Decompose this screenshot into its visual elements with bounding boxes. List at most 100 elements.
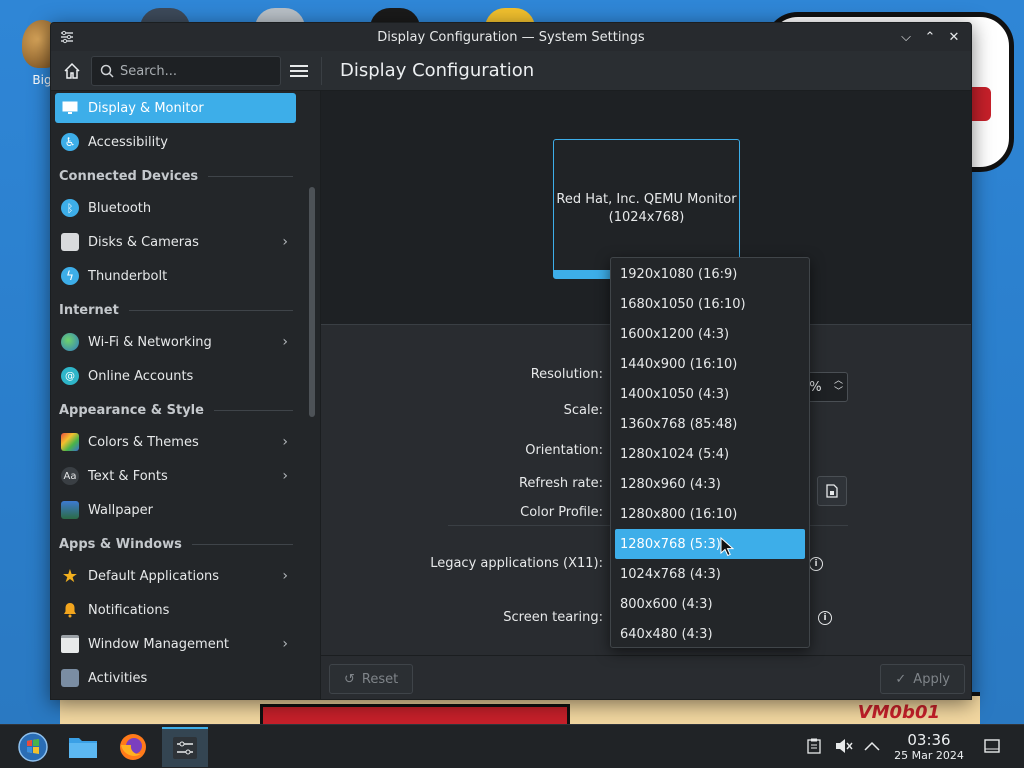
color-profile-label: Color Profile: [520, 505, 603, 520]
resolution-option[interactable]: 1680x1050 (16:10) [615, 289, 805, 319]
sidebar-item-window-management[interactable]: Window Management › [55, 629, 296, 659]
info-icon[interactable]: i [818, 611, 832, 625]
clipboard-icon[interactable] [805, 737, 823, 755]
sidebar-scrollbar[interactable] [303, 91, 321, 699]
hamburger-menu-button[interactable] [289, 61, 309, 81]
sidebar-item-label: Wi-Fi & Networking [88, 334, 212, 350]
resolution-option[interactable]: 1360x768 (85:48) [615, 409, 805, 439]
disk-icon [61, 233, 79, 251]
monitor-resolution: (1024x768) [608, 210, 685, 225]
chevron-right-icon: › [282, 636, 288, 652]
sidebar-item-text-fonts[interactable]: Aa Text & Fonts › [55, 461, 296, 491]
sidebar-item-label: Thunderbolt [88, 268, 168, 284]
section-header-appearance-style: Appearance & Style [51, 395, 301, 425]
resolution-option[interactable]: 1920x1080 (16:9) [615, 259, 805, 289]
chevron-right-icon: › [282, 568, 288, 584]
resolution-dropdown-list[interactable]: 1920x1080 (16:9) 1680x1050 (16:10) 1600x12… [610, 257, 810, 648]
accessibility-icon: ♿ [61, 133, 79, 151]
bottom-button-bar: ↺ Reset ✓ Apply [321, 655, 971, 699]
resolution-option[interactable]: 1600x1200 (4:3) [615, 319, 805, 349]
task-firefox[interactable] [110, 727, 156, 767]
section-header-apps-windows: Apps & Windows [51, 529, 301, 559]
resolution-option[interactable]: 1280x1024 (5:4) [615, 439, 805, 469]
sidebar-item-label: Disks & Cameras [88, 234, 199, 250]
titlebar[interactable]: Display Configuration — System Settings … [51, 23, 971, 51]
sidebar-item-activities[interactable]: Activities [55, 663, 296, 693]
maximize-button[interactable]: ⌃ [921, 27, 939, 47]
sidebar-item-colors-themes[interactable]: Colors & Themes › [55, 427, 296, 457]
clock-time: 03:36 [907, 731, 951, 749]
spin-arrows-icon[interactable]: ︿ ﹀ [834, 376, 843, 398]
resolution-option[interactable]: 1440x900 (16:10) [615, 349, 805, 379]
section-header-internet: Internet [51, 295, 301, 325]
sidebar-item-label: Display & Monitor [88, 100, 204, 116]
sidebar-item-bluetooth[interactable]: ᛒ Bluetooth [55, 193, 296, 223]
folder-icon [69, 738, 97, 758]
info-icon[interactable]: i [809, 557, 823, 571]
resolution-option[interactable]: 1280x960 (4:3) [615, 469, 805, 499]
sidebar: Display & Monitor ♿ Accessibility Connec… [51, 91, 301, 699]
toolbar-separator [321, 57, 322, 85]
search-input[interactable] [120, 63, 270, 79]
sidebar-item-label: Bluetooth [88, 200, 152, 216]
window-title: Display Configuration — System Settings [377, 29, 645, 45]
sidebar-item-disks-cameras[interactable]: Disks & Cameras › [55, 227, 296, 257]
show-desktop-icon[interactable] [983, 737, 1001, 755]
home-button[interactable] [59, 58, 85, 84]
resolution-option[interactable]: 1400x1050 (4:3) [615, 379, 805, 409]
settings-sliders-icon [173, 737, 197, 759]
sidebar-item-label: Colors & Themes [88, 434, 199, 450]
resolution-option[interactable]: 1024x768 (4:3) [615, 559, 805, 589]
settings-app-icon[interactable] [59, 29, 75, 45]
resolution-option[interactable]: 800x600 (4:3) [615, 589, 805, 619]
bell-icon [61, 601, 79, 619]
home-icon [64, 62, 80, 79]
taskbar: 03:36 25 Mar 2024 [0, 724, 1024, 768]
sidebar-item-label: Activities [88, 670, 148, 686]
file-icon [826, 484, 838, 498]
accounts-icon: @ [61, 367, 79, 385]
sidebar-item-notifications[interactable]: Notifications [55, 595, 296, 625]
sidebar-item-label: Accessibility [88, 134, 168, 150]
chevron-up-icon[interactable] [863, 737, 881, 755]
clock[interactable]: 03:36 25 Mar 2024 [888, 731, 970, 763]
monitor-primary-bar [554, 270, 614, 278]
window-controls: ⌵ ⌃ ✕ [897, 27, 963, 47]
volume-muted-icon[interactable] [835, 737, 853, 755]
chevron-right-icon: › [282, 234, 288, 250]
chevron-right-icon: › [282, 334, 288, 350]
task-file-manager[interactable] [60, 727, 106, 767]
scale-label: Scale: [563, 403, 603, 418]
minimize-button[interactable]: ⌵ [897, 27, 915, 47]
sidebar-item-online-accounts[interactable]: @ Online Accounts [55, 361, 296, 391]
window-icon [61, 635, 79, 653]
start-menu-button[interactable] [10, 727, 56, 767]
wallpaper-icon [61, 501, 79, 519]
reset-button[interactable]: ↺ Reset [329, 664, 414, 694]
resolution-option[interactable]: 1280x768 (5:3) [615, 529, 805, 559]
sidebar-item-thunderbolt[interactable]: ϟ Thunderbolt [55, 261, 296, 291]
search-icon [100, 64, 114, 78]
star-icon: ★ [61, 565, 79, 587]
monitor-icon [61, 99, 79, 117]
task-system-settings[interactable] [162, 727, 208, 767]
toolbar: Display Configuration [51, 51, 971, 91]
resolution-option[interactable]: 640x480 (4:3) [615, 619, 805, 649]
sidebar-item-wallpaper[interactable]: Wallpaper [55, 495, 296, 525]
close-button[interactable]: ✕ [945, 27, 963, 47]
sidebar-item-label: Wallpaper [88, 502, 154, 518]
globe-icon [61, 333, 79, 351]
sidebar-item-accessibility[interactable]: ♿ Accessibility [55, 127, 296, 157]
apply-button[interactable]: ✓ Apply [880, 664, 965, 694]
sidebar-item-wifi-networking[interactable]: Wi-Fi & Networking › [55, 327, 296, 357]
color-profile-file-button[interactable] [817, 476, 847, 506]
search-field[interactable] [91, 56, 281, 86]
scrollbar-thumb[interactable] [309, 187, 315, 417]
sidebar-item-label: Default Applications [88, 568, 220, 584]
checkmark-icon: ✓ [895, 671, 907, 687]
sidebar-item-label: Window Management [88, 636, 230, 652]
resolution-option[interactable]: 1280x800 (16:10) [615, 499, 805, 529]
activities-icon [61, 669, 79, 687]
sidebar-item-default-applications[interactable]: ★ Default Applications › [55, 561, 296, 591]
sidebar-item-display-monitor[interactable]: Display & Monitor [55, 93, 296, 123]
